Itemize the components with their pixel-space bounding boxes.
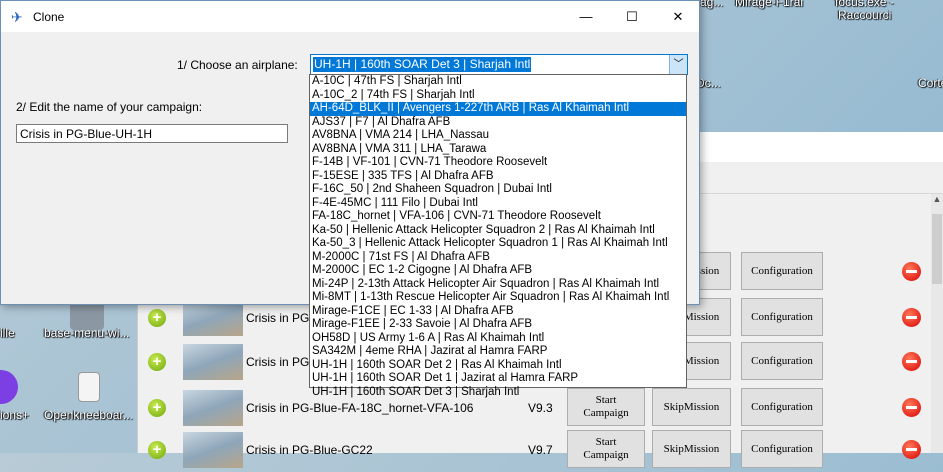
add-icon[interactable]: + [148, 399, 166, 417]
campaign-name-input[interactable]: Crisis in PG-Blue-UH-1H [16, 124, 288, 143]
airplane-option[interactable]: Mi-24P | 2-13th Attack Helicopter Air Sq… [310, 278, 686, 292]
airplane-option[interactable]: AH-64D_BLK_II | Avengers 1-227th ARB | R… [310, 102, 686, 116]
configuration-button[interactable]: Configuration [741, 342, 823, 380]
desktop-icon-label[interactable]: Mirage-F1rai [735, 0, 803, 9]
desktop-icon-label[interactable]: Raccourci [838, 8, 891, 22]
airplane-option[interactable]: M-2000C | EC 1-2 Cigogne | Al Dhafra AFB [310, 264, 686, 278]
campaign-version: V9.7 [528, 443, 553, 457]
airplane-option[interactable]: M-2000C | 71st FS | Al Dhafra AFB [310, 251, 686, 265]
campaign-row: + Crisis in PG-Blue-GC22 V9.7 Start Camp… [138, 428, 929, 472]
airplane-option[interactable]: FA-18C_hornet | VFA-106 | CVN-71 Theodor… [310, 210, 686, 224]
remove-icon[interactable] [902, 308, 921, 327]
airplane-option[interactable]: Mirage-F1CE | EC 1-33 | Al Dhafra AFB [310, 305, 686, 319]
skip-mission-button[interactable]: SkipMission [652, 430, 731, 468]
desktop-icon-label[interactable]: Corte [918, 76, 943, 90]
app-icon[interactable] [0, 370, 18, 404]
airplane-option[interactable]: OH58D | US Army 1-6 A | Ras Al Khaimah I… [310, 332, 686, 346]
airplane-option[interactable]: F-4E-45MC | 111 Filo | Dubai Intl [310, 197, 686, 211]
configuration-button[interactable]: Configuration [741, 430, 823, 468]
airplane-option[interactable]: UH-1H | 160th SOAR Det 3 | Sharjah Intl [310, 386, 686, 400]
minimize-button[interactable]: — [563, 1, 609, 32]
campaign-thumbnail [183, 300, 243, 336]
remove-icon[interactable] [902, 398, 921, 417]
desktop-icon-label[interactable]: base-menu-wi... [44, 326, 129, 340]
airplane-dropdown-list[interactable]: A-10C | 47th FS | Sharjah Intl A-10C_2 | … [309, 74, 687, 398]
airplane-option[interactable]: A-10C | 47th FS | Sharjah Intl [310, 75, 686, 89]
campaign-thumbnail [183, 390, 243, 426]
configuration-button[interactable]: Configuration [741, 298, 823, 336]
airplane-option[interactable]: AV8BNA | VMA 311 | LHA_Tarawa [310, 143, 686, 157]
add-icon[interactable]: + [148, 309, 166, 327]
airplane-option[interactable]: Mi-8MT | 1-13th Rescue Helicopter Air Sq… [310, 291, 686, 305]
campaign-thumbnail [183, 432, 243, 468]
airplane-option[interactable]: F-16C_50 | 2nd Shaheen Squadron | Dubai … [310, 183, 686, 197]
document-icon[interactable] [78, 372, 100, 402]
title-bar: ✈ Clone — ☐ ✕ [1, 1, 699, 32]
remove-icon[interactable] [902, 440, 921, 459]
airplane-option[interactable]: F-14B | VF-101 | CVN-71 Theodore Rooseve… [310, 156, 686, 170]
scrollbar[interactable]: ▲ [931, 194, 943, 453]
campaign-name: Crisis in PG-Blue-FA-18C_hornet-VFA-106 [246, 401, 474, 415]
remove-icon[interactable] [902, 262, 921, 281]
airplane-option[interactable]: UH-1H | 160th SOAR Det 1 | Jazirat al Ha… [310, 372, 686, 386]
scroll-thumb[interactable] [932, 214, 942, 284]
maximize-button[interactable]: ☐ [609, 1, 655, 32]
airplane-app-icon: ✈ [11, 8, 23, 25]
chevron-down-icon[interactable]: ﹀ [669, 55, 687, 74]
campaign-thumbnail [183, 344, 243, 380]
configuration-button[interactable]: Configuration [741, 388, 823, 426]
desktop-icon-label[interactable]: ions+ [0, 408, 29, 422]
campaign-name: Crisis in PG-Blue-GC22 [246, 443, 373, 457]
airplane-option[interactable]: Ka-50 | Hellenic Attack Helicopter Squad… [310, 224, 686, 238]
airplane-option[interactable]: SA342M | 4eme RHA | Jazirat al Hamra FAR… [310, 345, 686, 359]
add-icon[interactable]: + [148, 353, 166, 371]
remove-icon[interactable] [902, 352, 921, 371]
desktop-icon-label[interactable]: Openkneeboar... [44, 408, 133, 422]
campaign-version: V9.3 [528, 401, 553, 415]
airplane-option[interactable]: Ka-50_3 | Hellenic Attack Helicopter Squ… [310, 237, 686, 251]
start-campaign-button[interactable]: Start Campaign [567, 430, 645, 468]
airplane-select[interactable]: UH-1H | 160th SOAR Det 3 | Sharjah Intl … [310, 54, 688, 75]
add-icon[interactable]: + [148, 441, 166, 459]
configuration-button[interactable]: Configuration [741, 252, 823, 290]
airplane-option[interactable]: AV8BNA | VMA 214 | LHA_Nassau [310, 129, 686, 143]
choose-airplane-label: 1/ Choose an airplane: [177, 58, 298, 72]
edit-name-label: 2/ Edit the name of your campaign: [16, 100, 203, 114]
airplane-option[interactable]: Mirage-F1EE | 2-33 Savoie | Al Dhafra AF… [310, 318, 686, 332]
airplane-option[interactable]: UH-1H | 160th SOAR Det 2 | Ras Al Khaima… [310, 359, 686, 373]
airplane-option[interactable]: A-10C_2 | 74th FS | Sharjah Intl [310, 89, 686, 103]
scroll-up-icon[interactable]: ▲ [931, 194, 943, 211]
desktop-icon-label[interactable]: ille [0, 326, 15, 340]
airplane-select-value: UH-1H | 160th SOAR Det 3 | Sharjah Intl [313, 57, 532, 72]
airplane-option[interactable]: AJS37 | F7 | Al Dhafra AFB [310, 116, 686, 130]
dialog-title: Clone [33, 9, 65, 24]
close-button[interactable]: ✕ [655, 1, 701, 32]
airplane-option[interactable]: F-15ESE | 335 TFS | Al Dhafra AFB [310, 170, 686, 184]
